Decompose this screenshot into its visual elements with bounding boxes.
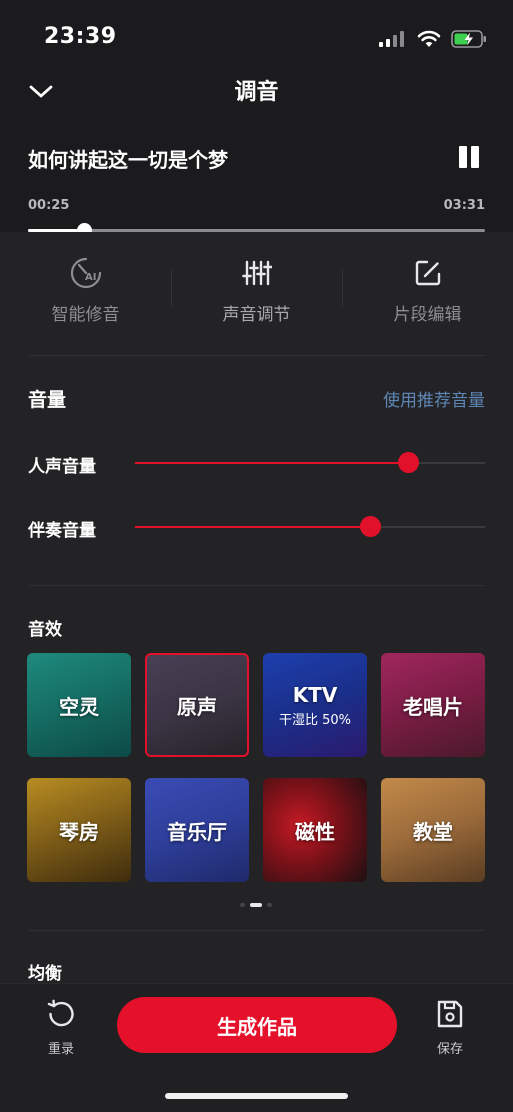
- effect-card-church[interactable]: 教堂: [381, 778, 485, 882]
- page-title: 调音: [234, 80, 279, 105]
- ai-tune-icon: AI: [70, 257, 101, 289]
- song-title: 如何讲起这一切是个梦: [28, 148, 228, 172]
- total-time: 03:31: [443, 198, 485, 213]
- accompaniment-volume-fill: [135, 526, 370, 528]
- accompaniment-volume-slider[interactable]: [135, 516, 485, 537]
- save-icon: [437, 1000, 463, 1028]
- effect-name: 磁性: [295, 819, 335, 844]
- pager-dot: [267, 903, 272, 907]
- reset-label: 重录: [47, 1042, 74, 1057]
- reset-button[interactable]: 重录: [31, 998, 91, 1057]
- tool-label: 片段编辑: [393, 305, 462, 325]
- effect-card-magnetic[interactable]: 磁性: [263, 778, 367, 882]
- effect-name: 原声: [177, 694, 217, 719]
- home-indicator: [165, 1093, 348, 1099]
- effect-card-piano-room[interactable]: 琴房: [27, 778, 131, 882]
- effect-name: 老唱片: [403, 694, 463, 719]
- accompaniment-volume-label: 伴奏音量: [28, 521, 96, 541]
- battery-charging-icon: [451, 30, 486, 48]
- tool-label: 智能修音: [51, 305, 120, 325]
- effect-name: 教堂: [413, 819, 453, 844]
- volume-title: 音量: [28, 389, 67, 411]
- wifi-icon: [417, 30, 441, 47]
- signal-icon: [379, 31, 404, 47]
- svg-text:AI: AI: [85, 272, 96, 283]
- equalizer-sliders-icon: [241, 260, 272, 286]
- save-label: 保存: [436, 1042, 463, 1057]
- effect-card-original[interactable]: 原声: [145, 653, 249, 757]
- vocal-volume-knob[interactable]: [398, 452, 419, 473]
- effect-card-ktv[interactable]: KTV 干湿比 50%: [263, 653, 367, 757]
- tool-smart-tune[interactable]: AI 智能修音: [0, 256, 171, 325]
- save-button[interactable]: 保存: [420, 998, 480, 1057]
- effect-card-old-record[interactable]: 老唱片: [381, 653, 485, 757]
- effect-name: KTV: [292, 682, 338, 707]
- rerecord-icon: [47, 999, 74, 1027]
- effect-card-concert-hall[interactable]: 音乐厅: [145, 778, 249, 882]
- pager-dot-active: [250, 903, 262, 907]
- effect-name: 空灵: [59, 694, 99, 719]
- effect-card-ethereal[interactable]: 空灵: [27, 653, 131, 757]
- section-divider: [28, 585, 485, 586]
- vocal-volume-fill: [135, 462, 408, 464]
- effects-title: 音效: [28, 620, 62, 640]
- tool-sound-adjust[interactable]: 声音调节: [171, 256, 342, 325]
- tool-segment-edit[interactable]: 片段编辑: [342, 256, 513, 325]
- tool-label: 声音调节: [222, 305, 291, 325]
- vocal-volume-label: 人声音量: [28, 457, 96, 477]
- use-recommended-volume-link[interactable]: 使用推荐音量: [383, 386, 485, 411]
- effect-sub: 干湿比 50%: [278, 712, 352, 728]
- status-icons: [379, 30, 487, 48]
- effect-name: 琴房: [59, 819, 99, 844]
- current-time: 00:25: [28, 198, 70, 213]
- edit-icon: [415, 260, 440, 286]
- section-divider: [28, 930, 485, 931]
- generate-button[interactable]: 生成作品: [117, 997, 397, 1053]
- pause-icon[interactable]: [456, 146, 482, 170]
- effect-name: 音乐厅: [167, 819, 227, 844]
- pager-dot: [240, 903, 245, 907]
- status-time: 23:39: [44, 24, 117, 49]
- vocal-volume-slider[interactable]: [135, 452, 485, 473]
- accompaniment-volume-knob[interactable]: [359, 516, 381, 537]
- section-divider: [28, 355, 485, 356]
- equalizer-title: 均衡: [28, 964, 62, 984]
